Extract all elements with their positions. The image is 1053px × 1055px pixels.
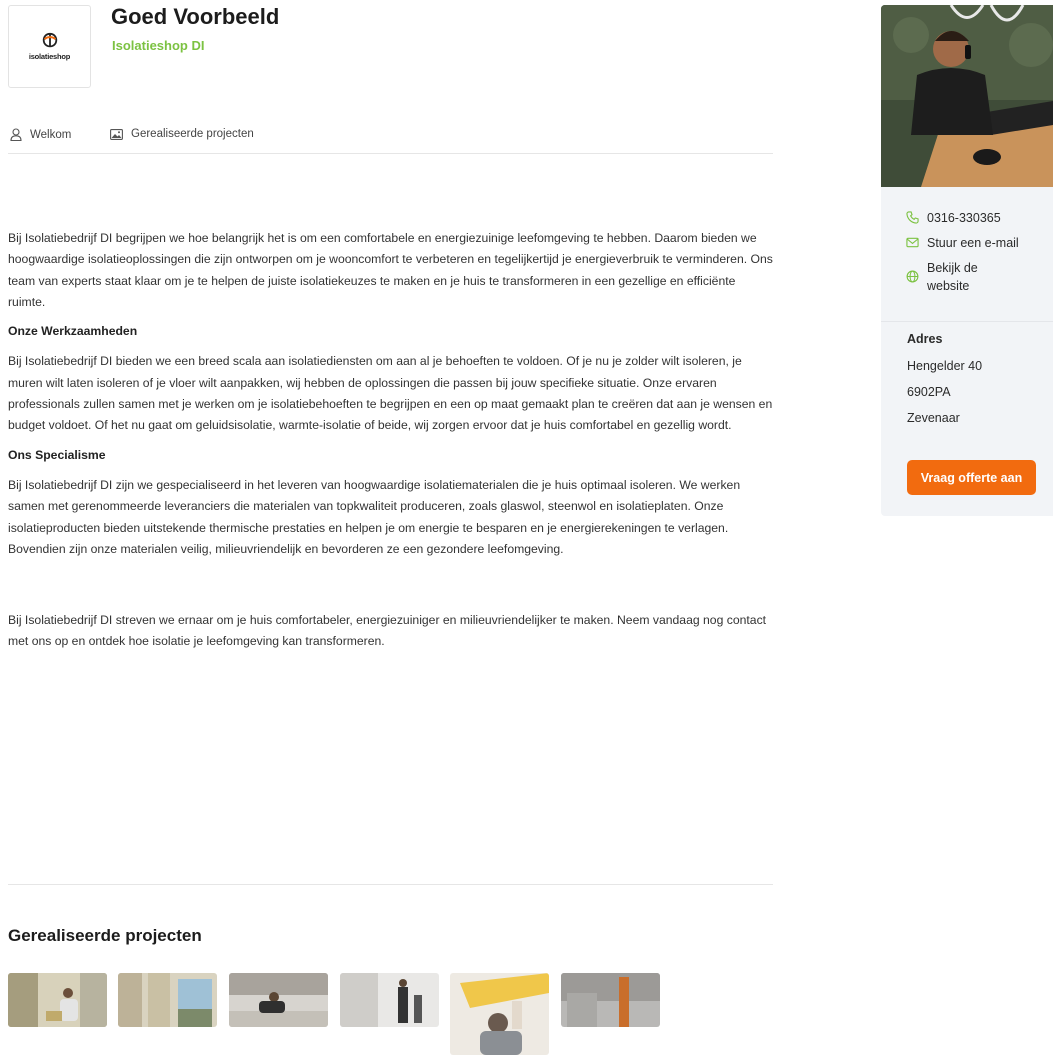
project-thumbnail[interactable] (561, 973, 660, 1027)
phone-icon (906, 211, 919, 224)
tab-welkom-label: Welkom (30, 128, 72, 141)
globe-icon (906, 270, 919, 283)
logo-mark-icon (42, 32, 57, 48)
website-label-line2: website (927, 279, 970, 293)
sidebar-divider (881, 321, 1053, 322)
tab-gerealiseerde-projecten[interactable]: Gerealiseerde projecten (110, 128, 254, 140)
email-label: Stuur een e-mail (927, 236, 1019, 250)
werkzaamheden-paragraph: Bij Isolatiebedrijf DI bieden we een bre… (8, 354, 773, 433)
request-quote-button[interactable]: Vraag offerte aan (907, 460, 1036, 495)
tab-projecten-label: Gerealiseerde projecten (131, 128, 254, 140)
contact-sidebar: 0316-330365 Stuur een e-mail Bekijk de w… (881, 5, 1053, 516)
project-thumbnail[interactable] (229, 973, 328, 1027)
user-icon (10, 128, 22, 141)
logo-text: isolatieshop (28, 52, 71, 61)
section-heading-specialisme: Ons Specialisme (8, 447, 106, 462)
mail-icon (906, 237, 919, 248)
address-street: Hengelder 40 (907, 359, 983, 373)
tab-welkom[interactable]: Welkom (10, 128, 71, 141)
phone-number: 0316-330365 (927, 211, 1001, 225)
project-thumbnail[interactable] (340, 973, 439, 1027)
specialisme-paragraph: Bij Isolatiebedrijf DI zijn we gespecial… (8, 477, 741, 556)
website-label-line1: Bekijk de (927, 261, 978, 275)
address-label: Adres (907, 332, 943, 346)
address-postcode: 6902PA (907, 385, 951, 399)
project-thumbnail[interactable] (8, 973, 107, 1027)
page-title: Goed Voorbeeld (111, 4, 280, 29)
phone-link[interactable]: 0316-330365 (906, 209, 1001, 227)
tab-bar: Welkom Gerealiseerde projecten (8, 124, 773, 154)
website-link[interactable]: Bekijk de website (906, 259, 978, 295)
section-heading-werkzaamheden: Onze Werkzaamheden (8, 324, 138, 339)
closing-paragraph: Bij Isolatiebedrijf DI streven we ernaar… (8, 613, 767, 649)
project-thumbnail[interactable] (450, 973, 549, 1055)
company-logo: isolatieshop (8, 5, 91, 88)
address-city: Zevenaar (907, 411, 960, 425)
company-name: Isolatieshop DI (112, 38, 205, 53)
image-icon (110, 128, 123, 140)
section-divider (8, 884, 773, 885)
contact-photo (881, 5, 1053, 187)
projects-heading: Gerealiseerde projecten (8, 926, 202, 945)
project-thumbnail[interactable] (118, 973, 217, 1027)
intro-paragraph: Bij Isolatiebedrijf DI begrijpen we hoe … (8, 231, 773, 309)
email-link[interactable]: Stuur een e-mail (906, 234, 1019, 252)
main-content: Bij Isolatiebedrijf DI begrijpen we hoe … (8, 228, 773, 653)
